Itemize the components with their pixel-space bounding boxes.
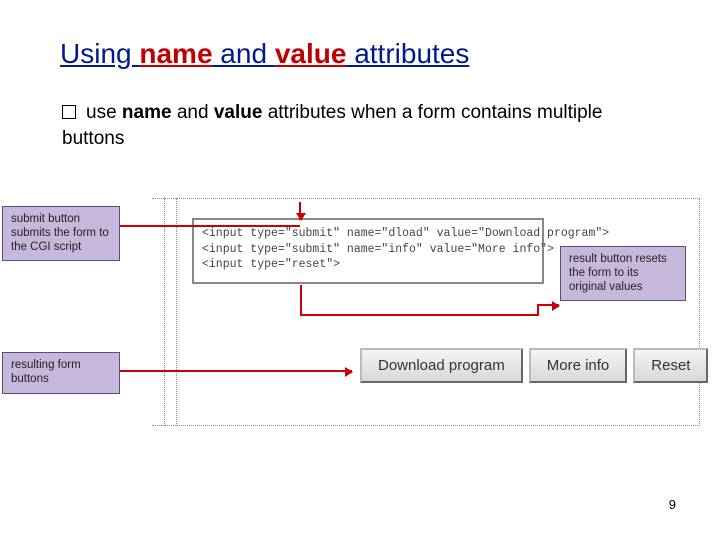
title-part-3: attributes [346,38,469,69]
page-title: Using name and value attributes [60,38,469,70]
bullet-part-2: and [172,102,214,123]
code-line-3: <input type="reset"> [202,258,340,271]
arrow-connector [300,285,302,315]
callout-submit-description: submit button submits the form to the CG… [2,206,120,261]
diagram-rule [164,198,165,426]
title-part-2: and [213,38,275,69]
bullet-part-1: use [86,102,122,123]
diagram: submit button submits the form to the CG… [0,190,720,460]
more-info-button[interactable]: More info [529,348,628,383]
diagram-rule [176,198,177,426]
arrow-right-icon [120,370,352,372]
bullet-text: use name and value attributes when a for… [62,100,660,151]
download-program-button[interactable]: Download program [360,348,523,383]
title-keyword-value: value [275,38,347,69]
square-bullet-icon [62,105,76,119]
bullet-keyword-name: name [122,102,172,123]
arrow-connector [120,225,300,227]
reset-button[interactable]: Reset [633,348,708,383]
example-button-row: Download program More info Reset [360,348,708,383]
code-sample: <input type="submit" name="dload" value=… [192,218,544,284]
callout-resulting-buttons: resulting form buttons [2,352,120,394]
bullet-keyword-value: value [214,102,263,123]
arrow-right-icon [537,304,559,306]
title-part-1: Using [60,38,139,69]
arrow-connector [300,314,538,316]
code-line-1: <input type="submit" name="dload" value=… [202,227,609,240]
title-keyword-name: name [139,38,212,69]
arrow-down-icon [299,202,301,220]
callout-reset-description: result button resets the form to its ori… [560,246,686,301]
code-line-2: <input type="submit" name="info" value="… [202,243,554,256]
page-number: 9 [669,497,676,512]
